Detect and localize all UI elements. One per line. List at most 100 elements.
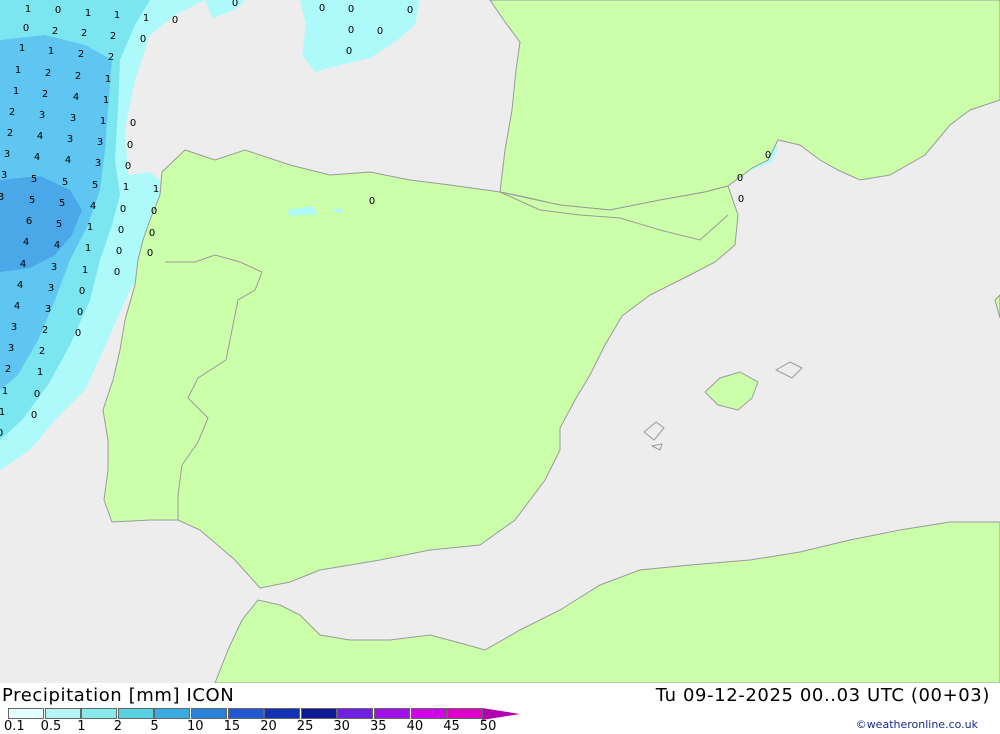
precip-value-label: 0: [140, 34, 146, 45]
legend-label: 40: [406, 719, 424, 734]
precip-value-label: 0: [151, 206, 157, 217]
precip-value-label: 0: [172, 15, 178, 26]
precip-value-label: 5: [31, 174, 37, 185]
legend-label: 1: [77, 719, 86, 734]
precip-value-label: 2: [39, 346, 45, 357]
precip-value-label: 1: [103, 95, 109, 106]
precip-value-label: 3: [1, 170, 7, 181]
precip-value-label: 3: [97, 137, 103, 148]
precip-value-label: 3: [67, 134, 73, 145]
precip-value-label: 1: [15, 65, 21, 76]
precip-value-label: 6: [26, 216, 32, 227]
legend-swatch: [191, 708, 227, 719]
precip-value-label: 1: [153, 184, 159, 195]
precip-value-label: 2: [42, 325, 48, 336]
precip-value-label: 0: [737, 173, 743, 184]
precip-value-label: 2: [81, 28, 87, 39]
legend-label: 0.1: [4, 719, 25, 734]
precip-value-label: 0: [0, 428, 3, 439]
precip-value-label: 2: [52, 26, 58, 37]
precip-value-label: 2: [110, 31, 116, 42]
credit-link[interactable]: ©weatheronline.co.uk: [856, 718, 978, 731]
precip-value-label: 4: [54, 240, 60, 251]
precip-value-label: 2: [78, 49, 84, 60]
precip-value-label: 5: [56, 219, 62, 230]
precip-value-label: 2: [108, 52, 114, 63]
legend-swatch: [81, 708, 118, 719]
precip-value-label: 4: [17, 280, 23, 291]
precip-value-label: 2: [75, 71, 81, 82]
precip-value-label: 0: [232, 0, 238, 9]
precip-value-label: 4: [65, 155, 71, 166]
precip-value-label: 1: [114, 10, 120, 21]
precip-value-label: 3: [51, 262, 57, 273]
legend-swatch: [300, 708, 337, 719]
precip-value-label: 0: [348, 4, 354, 15]
precip-value-label: 0: [127, 140, 133, 151]
precip-value-label: 0: [120, 204, 126, 215]
precip-value-label: 1: [85, 243, 91, 254]
precip-value-label: 0: [23, 23, 29, 34]
precip-value-label: 0: [369, 196, 375, 207]
legend-swatch: [374, 708, 410, 719]
legend-label: 2: [113, 719, 123, 734]
precip-value-label: 0: [346, 46, 352, 57]
precip-value-label: 4: [14, 301, 20, 312]
precip-value-label: 0: [765, 150, 771, 161]
legend-swatch: [117, 708, 154, 719]
legend-swatch: [410, 708, 447, 719]
precip-value-label: 0: [114, 267, 120, 278]
map-footer: Precipitation [mm] ICON Tu 09-12-2025 00…: [0, 683, 1000, 734]
precip-value-label: 3: [4, 149, 10, 160]
legend-label: 45: [443, 719, 460, 734]
precip-value-label: 5: [29, 195, 35, 206]
precip-value-label: 3: [95, 158, 101, 169]
precip-value-label: 1: [19, 43, 25, 54]
legend-label: 50: [479, 719, 497, 734]
legend-label: 5: [150, 719, 159, 734]
precip-value-label: 4: [73, 92, 79, 103]
precip-value-label: 1: [0, 407, 5, 418]
precip-value-label: 0: [348, 25, 354, 36]
precip-value-label: 0: [75, 328, 81, 339]
precip-value-label: 3: [39, 110, 45, 121]
legend-swatch: [154, 708, 191, 719]
precip-value-label: 3: [11, 322, 17, 333]
legend-swatch: [8, 708, 44, 719]
precip-value-label: 4: [90, 201, 96, 212]
precip-value-label: 2: [9, 107, 15, 118]
legend-swatch: [227, 708, 264, 719]
precip-value-label: 1: [82, 265, 88, 276]
map-title: Precipitation [mm] ICON: [2, 685, 235, 706]
legend-label: 35: [370, 719, 387, 734]
precip-value-label: 3: [8, 343, 14, 354]
precip-value-label: 1: [87, 222, 93, 233]
legend-label: 15: [223, 719, 241, 734]
precip-value-label: 1: [100, 116, 106, 127]
legend-swatch: [337, 708, 374, 719]
precip-value-label: 1: [37, 367, 43, 378]
forecast-time: Tu 09-12-2025 00..03 UTC (00+03): [655, 685, 990, 706]
precip-value-label: 2: [45, 68, 51, 79]
precip-value-label: 3: [45, 304, 51, 315]
precipitation-map: 1 0 1 1 1 0 0 2 2 2 0 1 1 2 2 1 2 2 1 1 2 4 1 2 3 3 1 0 2 4 3 3 0 3 4 4 3 0 3 5…: [0, 0, 1000, 683]
precip-value-label: 4: [23, 237, 29, 248]
precip-value-label: 5: [62, 177, 68, 188]
precip-value-label: 0: [407, 5, 413, 16]
precip-value-label: 1: [2, 386, 8, 397]
precip-value-label: 0: [377, 26, 383, 37]
precip-value-label: 1: [48, 46, 54, 57]
precip-value-label: 0: [130, 118, 136, 129]
precip-value-label: 5: [59, 198, 65, 209]
precip-value-label: 3: [0, 192, 4, 203]
precip-value-label: 4: [20, 259, 26, 270]
legend-label: 10: [187, 719, 204, 734]
precip-value-label: 4: [37, 131, 43, 142]
precip-value-label: 0: [738, 194, 744, 205]
legend-swatch: [447, 708, 484, 719]
precip-value-label: 0: [77, 307, 83, 318]
precip-value-label: 1: [105, 74, 111, 85]
precip-value-label: 1: [13, 86, 19, 97]
precip-value-label: 5: [92, 180, 98, 191]
precip-value-label: 2: [5, 364, 11, 375]
